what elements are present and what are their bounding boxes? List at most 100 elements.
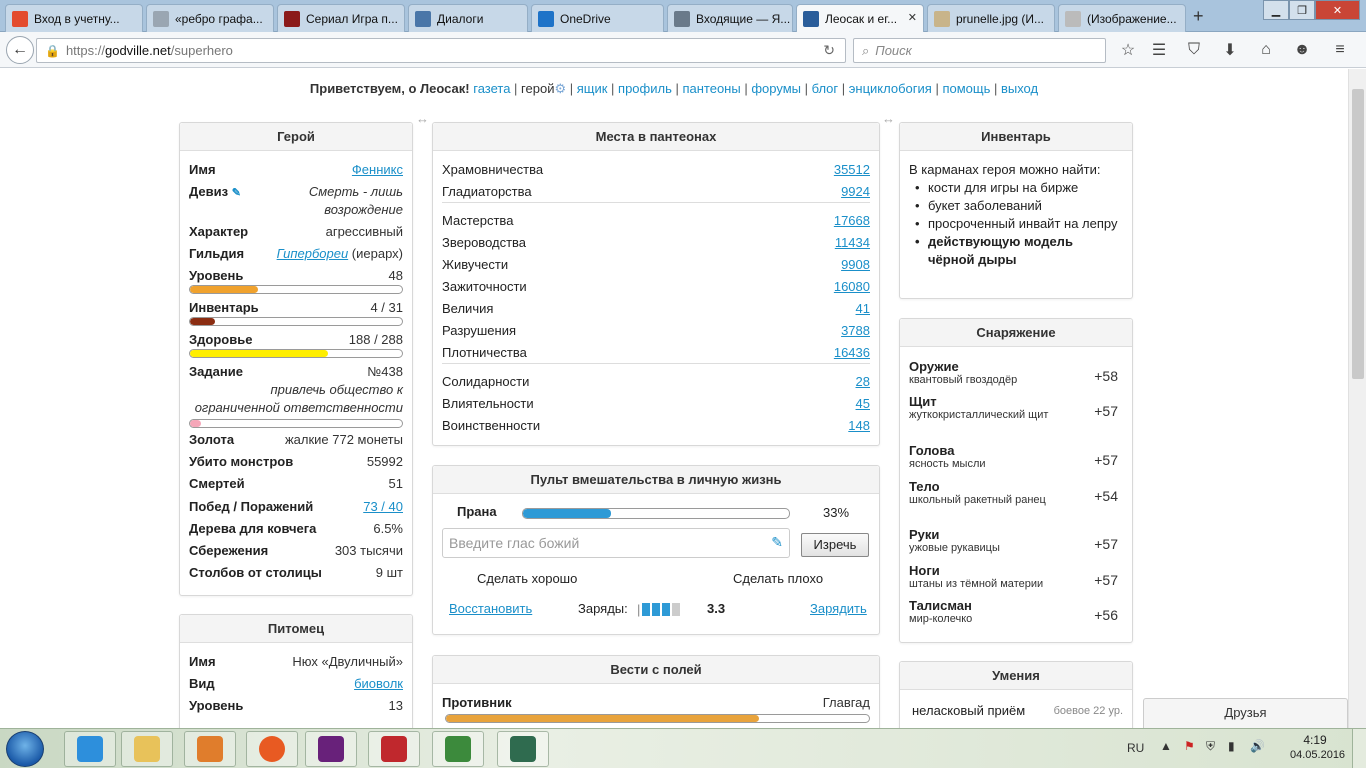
nav-link[interactable]: герой <box>521 81 554 96</box>
nav-link[interactable]: энциклобогия <box>849 81 932 96</box>
equipment-title[interactable]: Снаряжение <box>900 319 1132 347</box>
gear-icon[interactable]: ⚙ <box>554 81 566 96</box>
url-bar[interactable]: 🔒 https://godville.net/superhero ↻ <box>36 38 846 63</box>
reading-list-icon[interactable]: ☰ <box>1149 40 1169 60</box>
home-icon[interactable]: ⌂ <box>1256 40 1276 60</box>
nav-link[interactable]: профиль <box>618 81 672 96</box>
inventory-item-activatable[interactable]: действующую модель чёрной дыры <box>909 233 1123 269</box>
do-good-button[interactable]: Сделать хорошо <box>477 571 577 586</box>
new-tab-button[interactable]: + <box>1193 6 1204 27</box>
browser-tab[interactable]: Леосак и ег... ✕ <box>796 4 924 33</box>
inventory-title[interactable]: Инвентарь <box>900 123 1132 151</box>
news-title[interactable]: Вести с полей <box>433 656 879 684</box>
god-voice-input[interactable]: Введите глас божий ✎ <box>442 528 790 558</box>
back-button[interactable]: ← <box>6 36 34 64</box>
ie-taskbar-button[interactable] <box>64 731 116 767</box>
nav-link[interactable]: форумы <box>751 81 801 96</box>
nav-link[interactable]: ящик <box>577 81 608 96</box>
hero-guild-link[interactable]: Гипербореи <box>277 246 349 261</box>
network-flag-icon[interactable]: ⚑ <box>1184 739 1195 753</box>
firefox-icon <box>259 736 285 762</box>
hero-title[interactable]: Герой <box>180 123 412 151</box>
pantheon-rank-link[interactable]: 148 <box>848 417 870 435</box>
search-input[interactable]: ⌕ Поиск <box>853 38 1106 63</box>
clock-time: 4:19 <box>1303 733 1327 747</box>
pantheon-rank-link[interactable]: 17668 <box>834 212 870 230</box>
prana-label: Прана <box>457 504 497 519</box>
media-player-taskbar-button[interactable] <box>184 731 236 767</box>
pantheon-rank-link[interactable]: 41 <box>856 300 870 318</box>
chat-icon[interactable]: ☻ <box>1292 40 1312 60</box>
signal-icon[interactable]: ▮ <box>1228 739 1235 753</box>
friends-panel-button[interactable]: Друзья <box>1143 698 1348 728</box>
download-icon[interactable]: ⬇ <box>1220 40 1240 60</box>
start-button[interactable] <box>6 731 44 767</box>
pantheon-rank-link[interactable]: 35512 <box>834 161 870 179</box>
hero-name-link[interactable]: Фенникс <box>352 161 403 179</box>
menu-icon[interactable]: ≡ <box>1330 40 1350 60</box>
tray-arrow-icon[interactable]: ▲ <box>1160 739 1172 753</box>
skills-panel: Умения неласковый приём боевое 22 ур. <box>899 661 1133 728</box>
pantheon-rank-link[interactable]: 28 <box>856 373 870 391</box>
pantheon-rank-link[interactable]: 16080 <box>834 278 870 296</box>
restore-link[interactable]: Восстановить <box>449 601 532 616</box>
browser-tab[interactable]: Диалоги <box>408 4 528 32</box>
bookmark-star-icon[interactable]: ☆ <box>1118 40 1138 60</box>
feather-icon[interactable]: ✎ <box>771 534 783 551</box>
prana-progress-fill <box>523 509 611 518</box>
pet-title[interactable]: Питомец <box>180 615 412 643</box>
explorer-taskbar-button[interactable] <box>121 731 173 767</box>
csharp-taskbar-button[interactable] <box>432 731 484 767</box>
pet-type-label: Вид <box>189 676 215 691</box>
terminal-taskbar-button[interactable] <box>497 731 549 767</box>
volume-icon[interactable]: 🔊 <box>1250 739 1265 753</box>
pantheon-rank-link[interactable]: 9908 <box>841 256 870 274</box>
close-window-button[interactable]: ✕ <box>1315 0 1360 20</box>
nav-link[interactable]: помощь <box>942 81 990 96</box>
nav-link[interactable]: блог <box>812 81 839 96</box>
do-bad-button[interactable]: Сделать плохо <box>733 571 823 586</box>
maximize-button[interactable]: ❐ <box>1289 0 1315 20</box>
show-desktop-button[interactable] <box>1352 729 1366 768</box>
minimize-button[interactable]: ▁ <box>1263 0 1289 20</box>
browser-tab[interactable]: «ребро графа... <box>146 4 274 32</box>
nav-link[interactable]: газета <box>473 81 510 96</box>
feather-icon[interactable]: ✎ <box>232 187 241 199</box>
speak-button[interactable]: Изречь <box>801 533 869 557</box>
browser-tab[interactable]: Вход в учетну... <box>5 4 143 32</box>
app-taskbar-button[interactable] <box>368 731 420 767</box>
page-scrollbar[interactable] <box>1348 69 1366 728</box>
charge-link[interactable]: Зарядить <box>810 601 867 616</box>
pet-type-link[interactable]: биоволк <box>354 675 403 693</box>
browser-tab[interactable]: Входящие — Я... <box>667 4 793 32</box>
visual-studio-taskbar-button[interactable] <box>305 731 357 767</box>
nav-separator: | <box>838 81 849 96</box>
resize-arrows-icon[interactable]: ↔ <box>882 111 895 126</box>
pantheon-rank-link[interactable]: 11434 <box>835 234 870 252</box>
pantheon-rank-link[interactable]: 16436 <box>834 344 870 362</box>
equipment-bonus: +57 <box>1094 536 1118 552</box>
pantheons-title[interactable]: Места в пантеонах <box>433 123 879 151</box>
pocket-icon[interactable]: ⛉ <box>1184 40 1204 60</box>
pantheon-rank-link[interactable]: 9924 <box>841 183 870 201</box>
hero-wins-link[interactable]: 73 / 40 <box>363 498 403 516</box>
security-icon[interactable]: ⛨ <box>1206 739 1215 754</box>
pantheon-rank-link[interactable]: 3788 <box>841 322 870 340</box>
browser-tab[interactable]: OneDrive <box>531 4 664 32</box>
clock[interactable]: 4:19 04.05.2016 <box>1290 733 1345 763</box>
close-tab-icon[interactable]: ✕ <box>908 11 917 24</box>
firefox-taskbar-button[interactable] <box>246 731 298 767</box>
resize-arrows-icon[interactable]: ↔ <box>416 111 429 126</box>
scrollbar-thumb[interactable] <box>1352 89 1364 379</box>
pantheon-rank-link[interactable]: 45 <box>856 395 870 413</box>
browser-tab[interactable]: prunelle.jpg (И... <box>927 4 1055 32</box>
browser-tab[interactable]: Сериал Игра п... <box>277 4 405 32</box>
nav-link[interactable]: выход <box>1001 81 1038 96</box>
language-indicator[interactable]: RU <box>1127 741 1144 755</box>
nav-link[interactable]: пантеоны <box>682 81 740 96</box>
remote-title[interactable]: Пульт вмешательства в личную жизнь <box>433 466 879 494</box>
skills-title[interactable]: Умения <box>900 662 1132 690</box>
reload-icon[interactable]: ↻ <box>823 42 835 59</box>
pet-name: Нюх «Двуличный» <box>292 654 403 669</box>
browser-tab[interactable]: (Изображение... <box>1058 4 1186 32</box>
